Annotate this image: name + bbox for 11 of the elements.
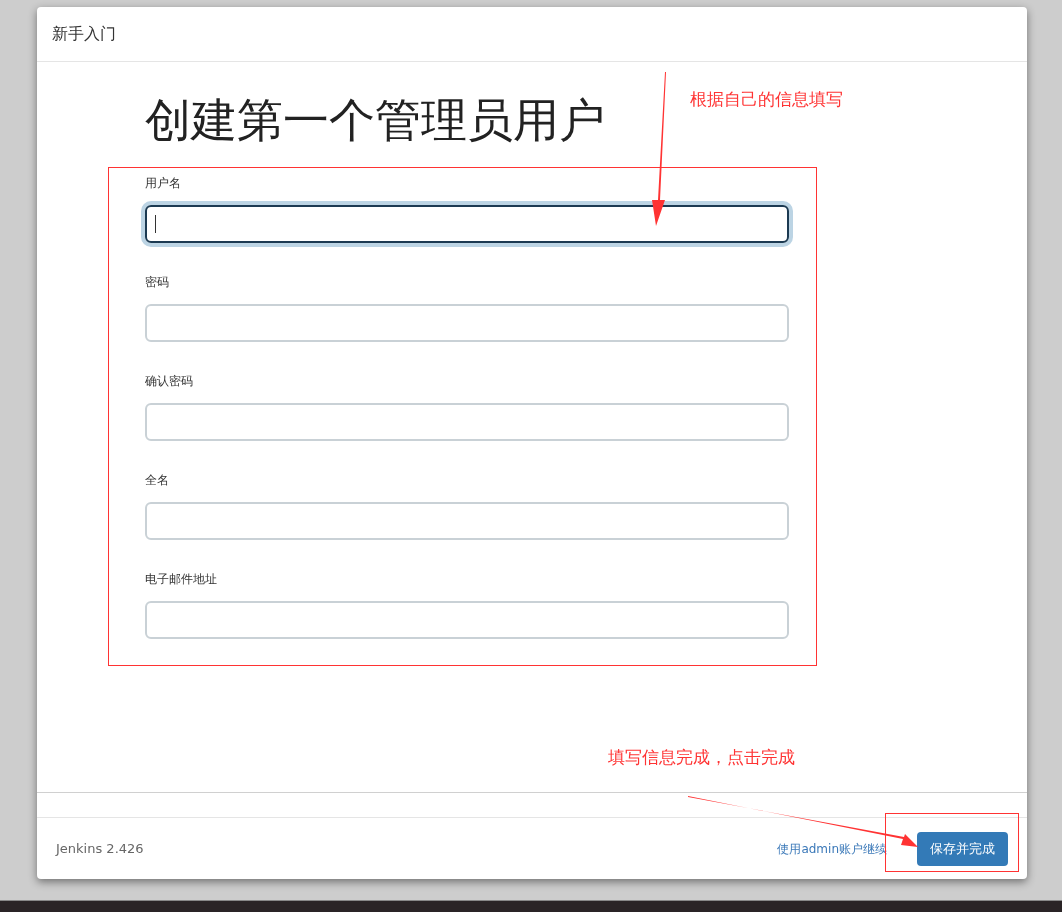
version-label: Jenkins 2.426 (56, 839, 144, 858)
dialog-title: 新手入门 (52, 23, 116, 45)
field-label: 确认密码 (145, 373, 194, 389)
field-label: 全名 (145, 472, 170, 488)
annotation-note: 填写信息完成，点击完成 (608, 746, 795, 769)
page-heading: 创建第一个管理员用户 (145, 92, 605, 148)
save-and-finish-button[interactable]: 保存并完成 (917, 831, 1008, 866)
annotation-note: 根据自己的信息填写 (690, 88, 843, 111)
field-label: 电子邮件地址 (145, 571, 218, 587)
field-label: 密码 (145, 274, 170, 290)
field-label: 用户名 (145, 175, 182, 191)
